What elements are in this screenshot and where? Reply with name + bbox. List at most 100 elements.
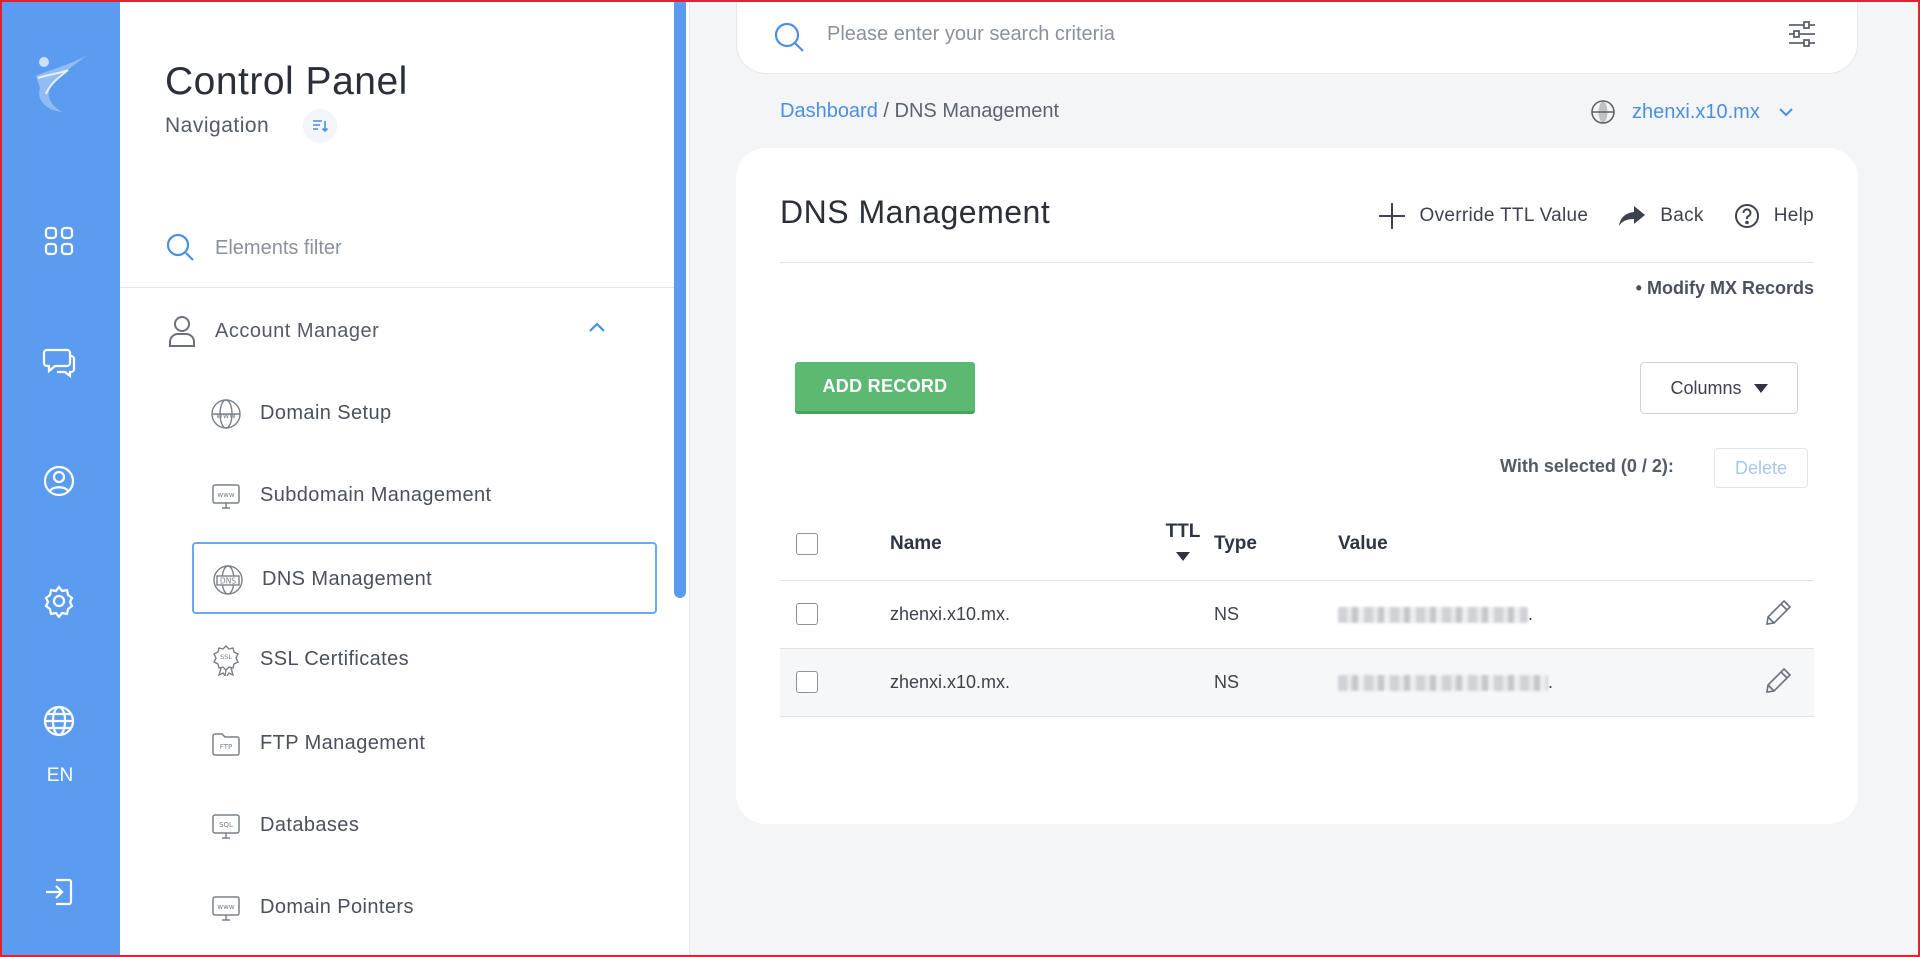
select-all-checkbox[interactable] xyxy=(796,532,818,555)
sort-icon xyxy=(313,120,328,133)
help-circle-icon xyxy=(1734,204,1759,228)
help-label: Help xyxy=(1773,205,1814,226)
dns-records-table: Name TTL Type Value zhenxi.x10.mx. NS . xyxy=(780,508,1814,717)
back-button[interactable]: Back xyxy=(1618,205,1703,227)
search-icon xyxy=(165,232,195,267)
search-icon xyxy=(773,21,805,58)
sidebar-item-domain-setup[interactable]: www Domain Setup xyxy=(192,378,657,450)
sort-toggle-button[interactable] xyxy=(303,109,337,143)
delete-button[interactable]: Delete xyxy=(1714,448,1808,488)
user-circle-icon[interactable] xyxy=(40,462,78,500)
svg-text:DNS: DNS xyxy=(220,577,236,586)
chat-icon[interactable] xyxy=(40,342,78,380)
logo-icon[interactable] xyxy=(28,48,92,118)
column-header-ttl[interactable]: TTL xyxy=(1152,508,1214,581)
domain-selector[interactable]: zhenxi.x10.mx xyxy=(1590,96,1794,128)
override-ttl-label: Override TTL Value xyxy=(1419,205,1589,226)
page-title: DNS Management xyxy=(780,194,1051,230)
sidebar-scrollbar[interactable] xyxy=(674,0,686,598)
modify-mx-records-link[interactable]: • Modify MX Records xyxy=(1636,278,1814,299)
record-ttl xyxy=(1152,648,1214,717)
record-type: NS xyxy=(1214,580,1338,649)
help-button[interactable]: Help xyxy=(1734,203,1814,229)
globe-icon xyxy=(1591,99,1615,125)
breadcrumb-home-link[interactable]: Dashboard xyxy=(780,100,878,122)
page-actions: Override TTL Value Back Help xyxy=(1348,202,1814,230)
logout-icon[interactable] xyxy=(40,873,78,911)
ssl-badge-icon: SSL xyxy=(213,645,239,676)
www-globe-icon: www xyxy=(211,399,241,429)
columns-dropdown[interactable]: Columns xyxy=(1640,362,1798,414)
chevron-up-icon[interactable] xyxy=(587,320,607,339)
edit-pencil-icon[interactable] xyxy=(1764,597,1794,627)
global-search-input[interactable] xyxy=(827,17,1727,51)
gear-icon[interactable] xyxy=(40,582,78,620)
icon-rail: EN xyxy=(0,0,120,957)
redacted-value xyxy=(1338,674,1548,691)
sidebar-item-databases[interactable]: SQL Databases xyxy=(192,790,657,862)
filter-sliders-icon[interactable] xyxy=(1787,19,1817,54)
sidebar-item-label: Databases xyxy=(260,814,360,836)
ttl-header-label: TTL xyxy=(1165,520,1201,542)
www-monitor-icon: www xyxy=(212,896,240,921)
sidebar-item-subdomain-management[interactable]: www Subdomain Management xyxy=(192,460,657,532)
svg-text:www: www xyxy=(217,491,234,499)
svg-text:SSL: SSL xyxy=(220,653,232,661)
breadcrumb-separator: / xyxy=(883,100,889,122)
plus-icon xyxy=(1378,203,1405,229)
sort-caret-down-icon xyxy=(1176,551,1190,561)
with-selected-label: With selected (0 / 2): xyxy=(1500,456,1674,476)
chevron-down-icon xyxy=(1779,108,1793,117)
share-arrow-icon xyxy=(1619,206,1646,226)
svg-text:FTP: FTP xyxy=(220,743,232,751)
section-label: Account Manager xyxy=(215,320,380,342)
dns-globe-icon: DNS xyxy=(213,565,243,595)
sidebar-section-account-manager[interactable]: Account Manager xyxy=(120,310,674,354)
back-label: Back xyxy=(1660,205,1704,226)
global-search-bar xyxy=(736,0,1858,74)
breadcrumb: Dashboard / DNS Management xyxy=(780,100,1059,123)
table-row: zhenxi.x10.mx. NS . xyxy=(780,580,1814,649)
column-header-value[interactable]: Value xyxy=(1338,508,1744,581)
sidebar-item-dns-management[interactable]: DNS DNS Management xyxy=(192,542,657,614)
domain-selector-value: zhenxi.x10.mx xyxy=(1632,100,1760,123)
record-value: . xyxy=(1338,648,1744,717)
column-header-type[interactable]: Type xyxy=(1214,508,1338,581)
record-name: zhenxi.x10.mx. xyxy=(890,580,1152,649)
dashboard-grid-icon[interactable] xyxy=(40,222,78,260)
sidebar-item-domain-pointers[interactable]: www Domain Pointers xyxy=(192,872,657,944)
language-label[interactable]: EN xyxy=(0,765,120,787)
record-name: zhenxi.x10.mx. xyxy=(890,648,1152,717)
caret-down-icon xyxy=(1753,383,1768,393)
row-checkbox[interactable] xyxy=(796,671,818,694)
sidebar-item-label: Domain Pointers xyxy=(260,896,414,918)
sidebar-item-ftp-management[interactable]: FTP FTP Management xyxy=(192,708,657,780)
record-ttl xyxy=(1152,580,1214,649)
elements-filter-input[interactable] xyxy=(215,232,615,264)
override-ttl-button[interactable]: Override TTL Value xyxy=(1378,202,1589,230)
elements-filter xyxy=(120,218,674,288)
user-icon xyxy=(167,314,197,353)
sidebar-item-ssl-certificates[interactable]: SSL SSL Certificates xyxy=(192,624,657,696)
panel-title: Control Panel xyxy=(165,60,408,103)
row-checkbox[interactable] xyxy=(796,603,818,626)
ftp-folder-icon: FTP xyxy=(212,733,240,756)
record-value: . xyxy=(1338,580,1744,649)
svg-text:www: www xyxy=(216,411,236,420)
www-monitor-icon: www xyxy=(212,484,240,509)
panel-subtitle: Navigation xyxy=(165,114,270,137)
add-record-button[interactable]: ADD RECORD xyxy=(795,362,975,414)
table-row: zhenxi.x10.mx. NS . xyxy=(780,648,1814,717)
sidebar-item-label: Subdomain Management xyxy=(260,484,492,506)
sidebar-item-label: Domain Setup xyxy=(260,402,392,424)
table-header-row: Name TTL Type Value xyxy=(780,508,1814,581)
sidebar-item-label: FTP Management xyxy=(260,732,426,754)
breadcrumb-current: DNS Management xyxy=(894,100,1060,122)
sql-monitor-icon: SQL xyxy=(212,814,240,839)
svg-text:www: www xyxy=(217,903,234,911)
edit-pencil-icon[interactable] xyxy=(1764,665,1794,695)
sidebar-item-label: SSL Certificates xyxy=(260,648,410,670)
redacted-value xyxy=(1338,606,1528,623)
globe-icon[interactable] xyxy=(40,702,78,740)
column-header-name[interactable]: Name xyxy=(890,508,1152,581)
